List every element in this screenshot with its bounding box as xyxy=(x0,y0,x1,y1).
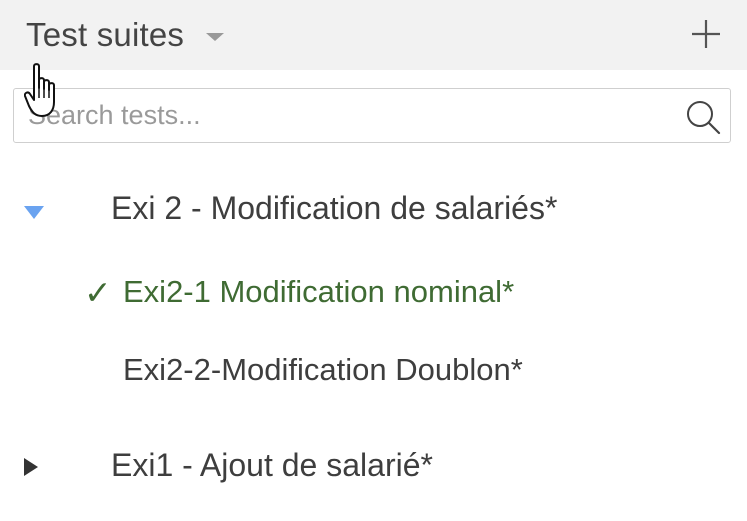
search-box xyxy=(13,88,731,143)
suite-row-exi1[interactable]: Exi1 - Ajout de salarié* xyxy=(0,437,747,497)
test-suites-dropdown[interactable]: Test suites xyxy=(26,12,225,58)
test-suites-title: Test suites xyxy=(26,16,185,53)
search-input[interactable] xyxy=(14,89,674,141)
search-icon[interactable] xyxy=(684,98,722,136)
plus-icon[interactable] xyxy=(688,16,724,52)
test-suites-header: Test suites xyxy=(0,0,747,70)
suite-row-exi2[interactable]: Exi 2 - Modification de salariés* xyxy=(0,180,747,240)
suite-label: Exi 2 - Modification de salariés* xyxy=(111,190,558,226)
check-icon: ✓ xyxy=(84,273,112,312)
suite-label: Exi1 - Ajout de salarié* xyxy=(111,447,433,483)
test-label: Exi2-1 Modification nominal* xyxy=(123,274,515,309)
expanded-triangle-icon[interactable] xyxy=(24,206,44,219)
test-row-exi2-1[interactable]: ✓ Exi2-1 Modification nominal* xyxy=(0,264,747,324)
test-row-exi2-2[interactable]: Exi2-2-Modification Doublon* xyxy=(0,342,747,402)
test-label: Exi2-2-Modification Doublon* xyxy=(123,352,523,387)
chevron-down-icon xyxy=(206,33,225,41)
collapsed-triangle-icon[interactable] xyxy=(24,458,38,476)
